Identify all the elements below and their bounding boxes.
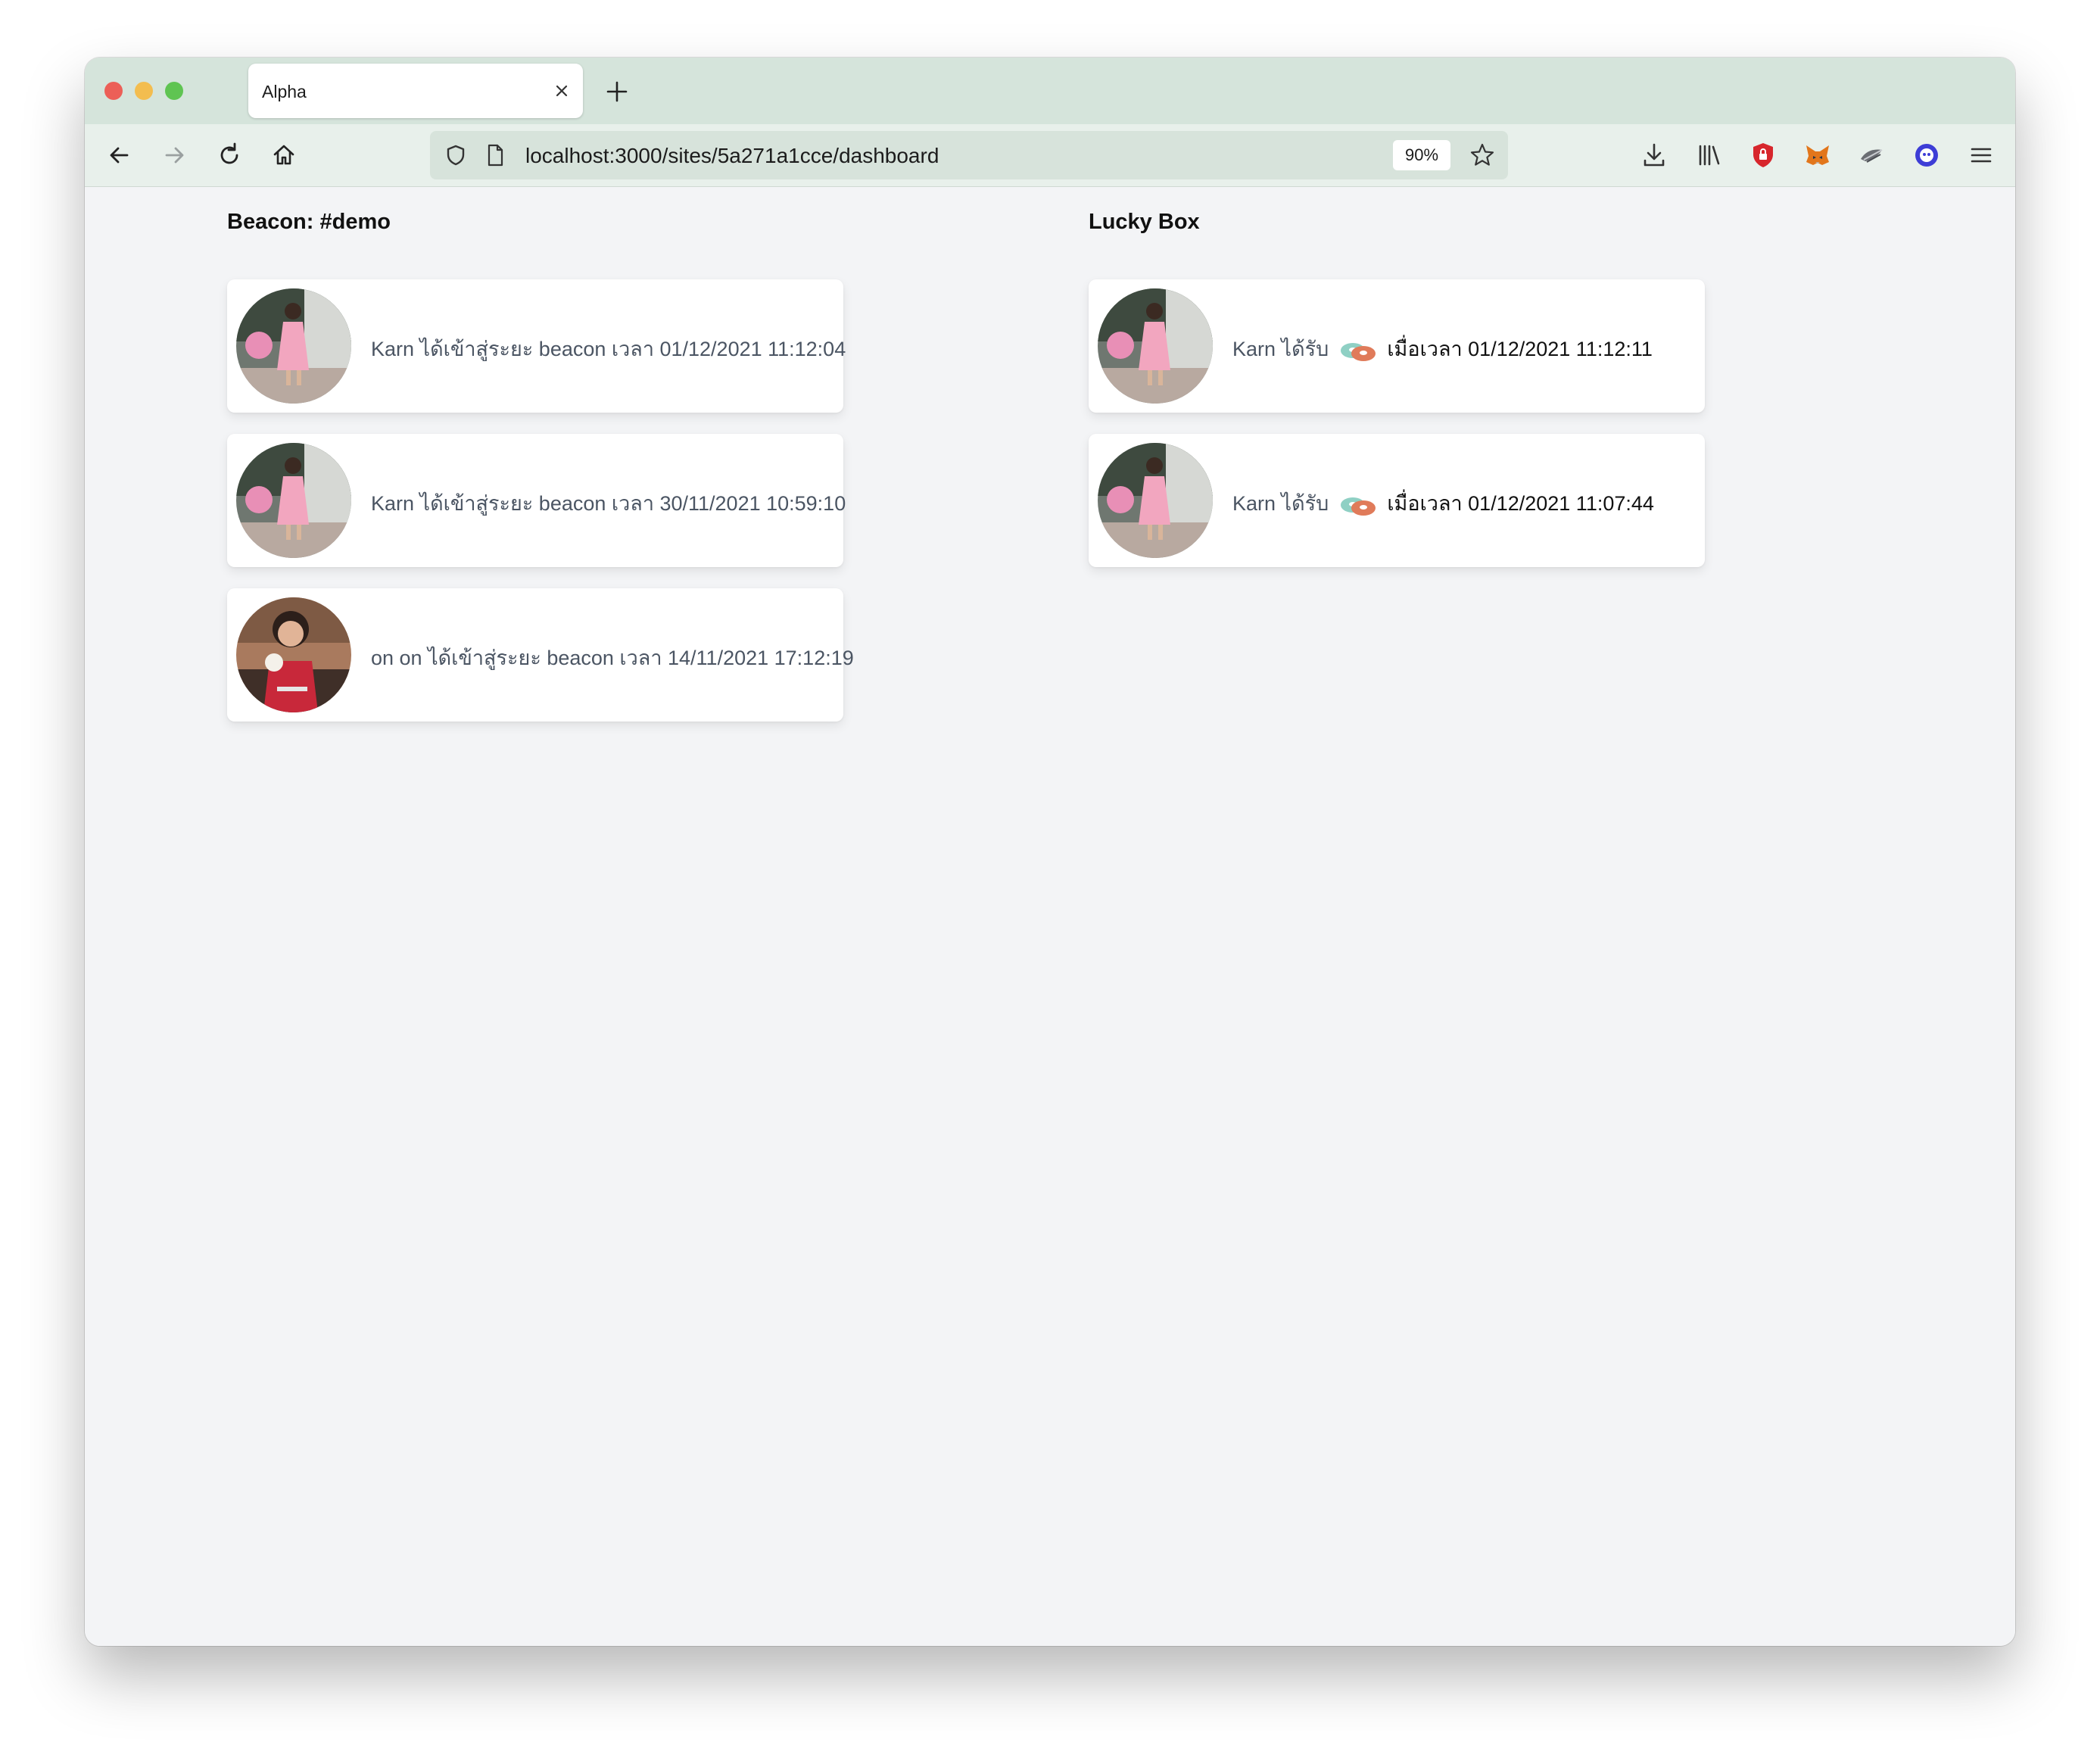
avatar	[236, 288, 351, 404]
lucky-box-card[interactable]: Karn ได้รับ เมื่อเวลา 01/12/2021 11:12:1…	[1089, 279, 1705, 413]
beacon-heading: Beacon: #demo	[227, 210, 391, 234]
ublock-icon[interactable]	[1747, 139, 1779, 171]
beacon-entry-text: Karn ได้เข้าสู่ระยะ beacon เวลา 01/12/20…	[371, 338, 846, 360]
beacon-card[interactable]: Karn ได้เข้าสู่ระยะ beacon เวลา 30/11/20…	[227, 434, 846, 567]
lucky-box-prefix: Karn ได้รับ	[1232, 338, 1329, 360]
lucky-box-prefix: Karn ได้รับ	[1232, 492, 1329, 515]
close-window-button[interactable]	[104, 82, 123, 100]
url-text[interactable]: localhost:3000/sites/5a271a1cce/dashboar…	[525, 144, 939, 168]
reload-icon[interactable]	[213, 139, 245, 171]
extension-icon[interactable]	[1856, 139, 1888, 171]
zoom-level-badge[interactable]: 90%	[1393, 140, 1450, 170]
lucky-box-entry: Karn ได้รับ เมื่อเวลา 01/12/2021 11:07:4…	[1232, 487, 1654, 519]
menu-icon[interactable]	[1965, 139, 1997, 171]
metamask-icon[interactable]	[1802, 139, 1834, 171]
beacon-card[interactable]: on on ได้เข้าสู่ระยะ beacon เวลา 14/11/2…	[227, 588, 854, 722]
beacon-entry-text: on on ได้เข้าสู่ระยะ beacon เวลา 14/11/2…	[371, 647, 854, 669]
navigation-bar: localhost:3000/sites/5a271a1cce/dashboar…	[85, 124, 2015, 187]
page-icon	[488, 144, 503, 167]
lucky-box-suffix: เมื่อเวลา 01/12/2021 11:07:44	[1387, 492, 1654, 515]
lucky-box-entry: Karn ได้รับ เมื่อเวลา 01/12/2021 11:12:1…	[1232, 332, 1653, 365]
shield-icon[interactable]	[444, 143, 468, 167]
tab-title: Alpha	[262, 82, 307, 101]
tab-alpha[interactable]: Alpha	[248, 64, 583, 118]
avatar	[1098, 443, 1213, 558]
lucky-box-card[interactable]: Karn ได้รับ เมื่อเวลา 01/12/2021 11:07:4…	[1089, 434, 1705, 567]
star-icon[interactable]	[1469, 142, 1496, 169]
avatar	[1098, 288, 1213, 404]
download-icon[interactable]	[1638, 139, 1670, 171]
url-bar[interactable]: localhost:3000/sites/5a271a1cce/dashboar…	[430, 131, 1508, 179]
donut-gift-icon	[1340, 342, 1376, 361]
beacon-card[interactable]: Karn ได้เข้าสู่ระยะ beacon เวลา 01/12/20…	[227, 279, 846, 413]
plus-icon[interactable]	[604, 79, 630, 104]
donut-gift-icon	[1340, 497, 1376, 516]
zoom-window-button[interactable]	[165, 82, 183, 100]
avatar	[236, 443, 351, 558]
extension-circle-icon[interactable]	[1911, 139, 1943, 171]
lucky-box-heading: Lucky Box	[1089, 210, 1200, 234]
back-arrow-icon[interactable]	[104, 139, 136, 171]
page-content: Beacon: #demo Lucky Box Karn ได้เข้าสู่ร…	[85, 187, 2015, 1646]
beacon-entry-text: Karn ได้เข้าสู่ระยะ beacon เวลา 30/11/20…	[371, 492, 846, 515]
close-icon[interactable]	[551, 80, 572, 101]
minimize-window-button[interactable]	[135, 82, 153, 100]
forward-arrow-icon[interactable]	[159, 139, 191, 171]
tab-bar: Alpha	[85, 58, 2015, 124]
avatar	[236, 597, 351, 712]
lucky-box-suffix: เมื่อเวลา 01/12/2021 11:12:11	[1387, 338, 1653, 360]
library-icon[interactable]	[1693, 139, 1725, 171]
home-icon[interactable]	[268, 139, 300, 171]
browser-window: Alpha localhost:3000/sites/5a271a1cce/da…	[85, 58, 2015, 1646]
